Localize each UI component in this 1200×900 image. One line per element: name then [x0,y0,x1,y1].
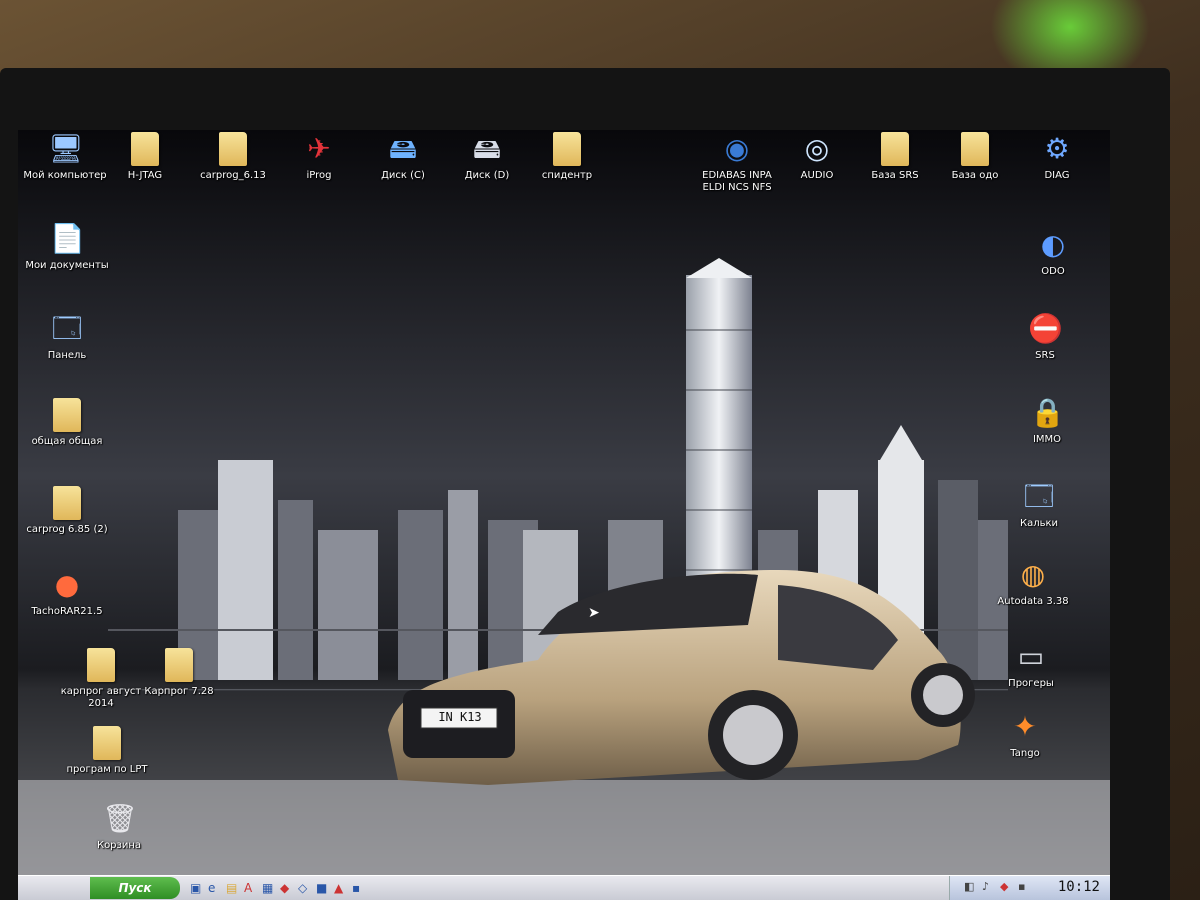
desktop-screen: IN K13 🖥 Мой компьютер H-JTAG carprog_6.… [18,130,1110,900]
computer-icon: 🖥 [48,132,84,165]
kalki-icon: 🗔 [1023,480,1055,513]
folder-icon [961,132,989,166]
drive-icon: 🖴 [472,132,502,165]
tray-volume-icon[interactable]: ♪ [982,880,989,893]
iprog-icon: ✈ [307,132,331,165]
immo-shortcut[interactable]: 🔒 IMMO [1004,396,1090,446]
wallpaper [18,130,1110,900]
autodata-icon: ◍ [1020,558,1046,591]
drive-icon: 🖴 [388,132,418,165]
quicklaunch-app2-icon[interactable]: ▦ [262,880,273,896]
baza-odo-folder[interactable]: База одо [932,132,1018,182]
diag-icon: ⚙ [1044,132,1070,165]
tango-shortcut[interactable]: ✦ Tango [982,710,1068,760]
ediabas-shortcut[interactable]: ◉ EDIABAS INPA ELDI NCS NFS [692,132,782,194]
carprog-6-85-folder[interactable]: carprog 6.85 (2) [24,486,110,536]
odo-shortcut[interactable]: ◐ ODO [1010,228,1096,278]
control-panel-shortcut[interactable]: 🗔 Панель [24,312,110,362]
karprog-avgust-folder[interactable]: карпрог август 2014 [58,648,144,710]
folder-icon [53,398,81,432]
audio-icon: ◎ [804,132,830,165]
quicklaunch-ie-icon[interactable]: e [208,880,215,896]
tray-security-icon[interactable]: ◆ [1000,880,1008,893]
drive-c-shortcut[interactable]: 🖴 Диск (C) [360,132,446,182]
diag-shortcut[interactable]: ⚙ DIAG [1014,132,1100,182]
system-tray: ◧ ♪ ◆ ▪ 10:12 [949,876,1110,900]
odo-icon: ◐ [1040,228,1066,261]
control-panel-icon: 🗔 [51,312,83,345]
quicklaunch-desktop-icon[interactable]: ▣ [190,880,201,896]
carprog-6-13-folder[interactable]: carprog_6.13 [190,132,276,182]
documents-icon: 📄 [50,222,85,255]
license-plate-text: IN K13 [438,710,482,724]
quicklaunch-app7-icon[interactable]: ▪ [352,880,360,896]
iprog-shortcut[interactable]: ✈ iProg [276,132,362,182]
tray-app-icon[interactable]: ▪ [1018,880,1025,893]
mouse-cursor-icon: ➤ [588,605,600,621]
folder-icon [131,132,159,166]
quicklaunch-app5-icon[interactable]: ■ [316,880,327,896]
folder-icon [53,486,81,520]
bmw-icon: ◉ [724,132,750,165]
quicklaunch-folder-icon[interactable]: ▤ [226,880,237,896]
tacho-shortcut[interactable]: ● TachoRAR21.5 [24,568,110,618]
tango-icon: ✦ [1013,710,1037,743]
my-documents-shortcut[interactable]: 📄 Мои документы [24,222,110,272]
progery-shortcut[interactable]: ▭ Прогеры [988,640,1074,690]
recycle-bin-shortcut[interactable]: 🗑 Корзина [76,802,162,852]
karprog-7-28-folder[interactable]: Карпрог 7.28 [136,648,222,698]
baza-srs-folder[interactable]: База SRS [852,132,938,182]
quicklaunch-app6-icon[interactable]: ▲ [334,880,343,896]
taskbar-clock[interactable]: 10:12 [1058,879,1100,895]
audio-shortcut[interactable]: ◎ AUDIO [774,132,860,182]
srs-shortcut[interactable]: ⛔ SRS [1002,312,1088,362]
folder-icon [165,648,193,682]
program-lpt-folder[interactable]: програм по LPT [64,726,150,776]
kalki-shortcut[interactable]: 🗔 Кальки [996,480,1082,530]
my-computer-shortcut[interactable]: 🖥 Мой компьютер [22,132,108,182]
folder-icon [87,648,115,682]
folder-icon [93,726,121,760]
taskbar: Пуск ▣ e ▤ A ▦ ◆ ◇ ■ ▲ ▪ ◧ ♪ ◆ ▪ 10:12 [18,875,1110,900]
h-jtag-folder[interactable]: H-JTAG [102,132,188,182]
quicklaunch-app-icon[interactable]: A [244,880,252,896]
lock-icon: 🔒 [1030,396,1065,429]
start-label: Пуск [118,881,152,895]
obshchaya-folder[interactable]: общая общая [24,398,110,448]
programmer-icon: ▭ [1017,640,1045,673]
recycle-bin-icon: 🗑 [102,802,138,835]
folder-icon [553,132,581,166]
tacho-icon: ● [54,568,80,601]
srs-icon: ⛔ [1028,312,1063,345]
tray-network-icon[interactable]: ◧ [964,880,974,893]
folder-icon [881,132,909,166]
drive-d-shortcut[interactable]: 🖴 Диск (D) [444,132,530,182]
quicklaunch-app4-icon[interactable]: ◇ [298,880,307,896]
start-button[interactable]: Пуск [90,877,180,899]
quicklaunch-app3-icon[interactable]: ◆ [280,880,289,896]
spidentr-folder[interactable]: спидентр [524,132,610,182]
folder-icon [219,132,247,166]
autodata-shortcut[interactable]: ◍ Autodata 3.38 [990,558,1076,608]
